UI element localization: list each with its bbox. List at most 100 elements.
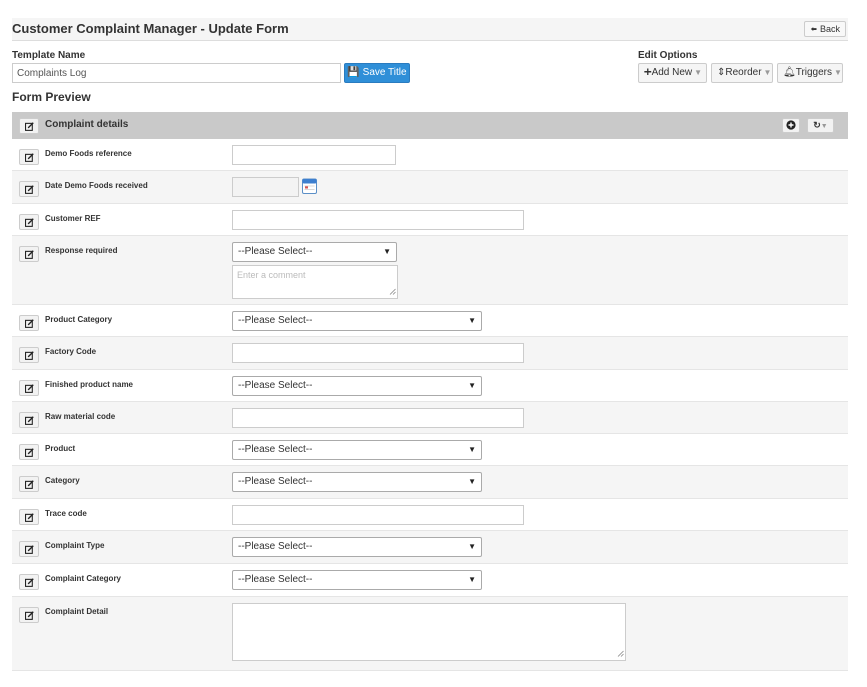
field-edit-button[interactable] [19, 347, 39, 363]
field-edit-button[interactable] [19, 181, 39, 197]
edit-icon [25, 448, 34, 457]
select-value: --Please Select-- [238, 476, 313, 487]
date-input[interactable] [232, 177, 299, 197]
section-title: Complaint details [45, 119, 129, 130]
field-label: Category [45, 476, 80, 485]
template-name-input[interactable] [12, 63, 341, 83]
caret-down-icon: ▼ [694, 68, 703, 77]
select-dropdown[interactable]: --Please Select-- ▼ [232, 537, 482, 557]
select-dropdown[interactable]: --Please Select-- ▼ [232, 376, 482, 396]
section-header: Complaint details ↻▼ [12, 112, 848, 139]
field-label: Complaint Detail [45, 607, 109, 616]
save-title-label: Save Title [362, 67, 407, 78]
select-value: --Please Select-- [238, 444, 313, 455]
field-label: Complaint Type [45, 541, 105, 550]
select-dropdown[interactable]: --Please Select-- ▼ [232, 242, 397, 262]
title-bar: Customer Complaint Manager - Update Form… [12, 18, 848, 41]
section-edit-button[interactable] [19, 118, 39, 134]
back-button[interactable]: 🢘 Back [804, 21, 846, 37]
edit-icon [25, 218, 34, 227]
field-edit-button[interactable] [19, 509, 39, 525]
add-new-label: Add New [651, 67, 693, 78]
field-edit-button[interactable] [19, 246, 39, 262]
edit-icon [25, 611, 34, 620]
caret-down-icon: ▼ [468, 381, 476, 390]
field-row: Complaint Category --Please Select-- ▼ [12, 564, 848, 597]
save-title-button[interactable]: 💾 Save Title [344, 63, 410, 83]
edit-icon [25, 351, 34, 360]
form-preview-heading: Form Preview [12, 90, 91, 104]
edit-icon [25, 250, 34, 259]
caret-down-icon: ▼ [820, 123, 828, 130]
field-edit-button[interactable] [19, 149, 39, 165]
select-value: --Please Select-- [238, 315, 313, 326]
text-input[interactable] [232, 145, 396, 165]
field-edit-button[interactable] [19, 444, 39, 460]
edit-icon [25, 384, 34, 393]
edit-options-label: Edit Options [638, 50, 698, 61]
field-row: Customer REF [12, 204, 848, 236]
edit-icon [25, 153, 34, 162]
edit-icon [25, 480, 34, 489]
field-label: Customer REF [45, 214, 101, 223]
field-label: Trace code [45, 509, 87, 518]
caret-down-icon: ▼ [468, 477, 476, 486]
field-row: Raw material code [12, 402, 848, 434]
caret-down-icon: ▼ [834, 68, 842, 77]
detail-textarea[interactable] [232, 603, 626, 661]
text-input[interactable] [232, 505, 524, 525]
field-row: Demo Foods reference [12, 139, 848, 171]
triggers-label: Triggers [795, 67, 833, 78]
field-edit-button[interactable] [19, 315, 39, 331]
select-value: --Please Select-- [238, 541, 313, 552]
section-refresh-button[interactable]: ↻▼ [807, 118, 834, 133]
field-label: Complaint Category [45, 574, 122, 583]
field-label: Raw material code [45, 412, 116, 421]
select-dropdown[interactable]: --Please Select-- ▼ [232, 311, 482, 331]
triggers-button[interactable]: 🔔︎Triggers ▼ [777, 63, 843, 83]
comment-placeholder: Enter a comment [237, 270, 306, 280]
field-row: Complaint Detail [12, 597, 848, 671]
field-row: Category --Please Select-- ▼ [12, 466, 848, 499]
resize-grip-icon[interactable] [617, 649, 624, 659]
field-edit-button[interactable] [19, 412, 39, 428]
select-value: --Please Select-- [238, 574, 313, 585]
save-icon: 💾 [347, 67, 360, 78]
refresh-icon: ↻ [813, 120, 821, 130]
text-input[interactable] [232, 408, 524, 428]
edit-icon [25, 122, 34, 131]
field-label: Demo Foods reference [45, 149, 132, 158]
field-row: Factory Code [12, 337, 848, 370]
caret-down-icon: ▼ [468, 445, 476, 454]
plus-circle-icon: ➕︎ [644, 67, 652, 78]
bell-icon: 🔔︎ [783, 67, 796, 78]
field-edit-button[interactable] [19, 476, 39, 492]
text-input[interactable] [232, 210, 524, 230]
select-dropdown[interactable]: --Please Select-- ▼ [232, 440, 482, 460]
field-label: Product [45, 444, 76, 453]
edit-icon [25, 185, 34, 194]
field-edit-button[interactable] [19, 380, 39, 396]
field-edit-button[interactable] [19, 541, 39, 557]
plus-circle-icon [786, 120, 796, 130]
calendar-icon[interactable] [302, 178, 317, 194]
field-row: Product --Please Select-- ▼ [12, 434, 848, 466]
page-title: Customer Complaint Manager - Update Form [12, 21, 289, 36]
text-input[interactable] [232, 343, 524, 363]
caret-down-icon: ▼ [468, 575, 476, 584]
caret-down-icon: ▼ [383, 247, 391, 256]
field-edit-button[interactable] [19, 214, 39, 230]
section-add-button[interactable] [782, 118, 800, 133]
select-dropdown[interactable]: --Please Select-- ▼ [232, 472, 482, 492]
field-edit-button[interactable] [19, 574, 39, 590]
field-label: Date Demo Foods received [45, 181, 148, 190]
field-row: Response required --Please Select-- ▼ Enter… [12, 236, 848, 305]
field-edit-button[interactable] [19, 607, 39, 623]
reorder-button[interactable]: ⇕Reorder ▼ [711, 63, 773, 83]
caret-down-icon: ▼ [468, 542, 476, 551]
resize-grip-icon[interactable] [389, 287, 396, 297]
add-new-button[interactable]: ➕︎Add New ▼ [638, 63, 707, 83]
comment-textarea[interactable]: Enter a comment [232, 265, 398, 299]
select-dropdown[interactable]: --Please Select-- ▼ [232, 570, 482, 590]
template-name-label: Template Name [12, 50, 86, 61]
